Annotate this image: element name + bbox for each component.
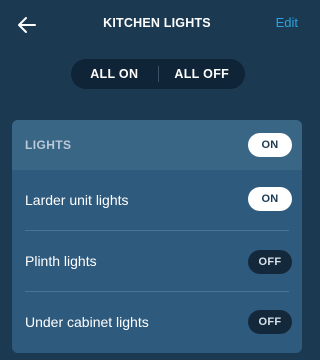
lights-group-label: LIGHTS xyxy=(25,138,72,152)
all-on-button[interactable]: ALL ON xyxy=(71,67,158,81)
list-item-plinth-lights: Plinth lights OFF xyxy=(12,231,302,292)
lights-group-toggle[interactable]: ON xyxy=(248,133,292,157)
list-item-under-cabinet-lights: Under cabinet lights OFF xyxy=(12,292,302,353)
edit-button[interactable]: Edit xyxy=(276,15,298,30)
all-off-button[interactable]: ALL OFF xyxy=(159,67,246,81)
light-label: Under cabinet lights xyxy=(25,314,149,330)
lights-panel: LIGHTS ON Larder unit lights ON Plinth l… xyxy=(12,120,302,353)
light-label: Plinth lights xyxy=(25,253,97,269)
lights-group-header: LIGHTS ON xyxy=(12,120,302,170)
all-on-off-control: ALL ON ALL OFF xyxy=(71,59,245,89)
under-cabinet-lights-toggle[interactable]: OFF xyxy=(248,310,292,334)
list-item-larder-unit-lights: Larder unit lights ON xyxy=(12,170,302,231)
top-bar: KITCHEN LIGHTS Edit xyxy=(0,0,314,50)
plinth-lights-toggle[interactable]: OFF xyxy=(248,250,292,274)
larder-unit-lights-toggle[interactable]: ON xyxy=(248,187,292,211)
page-title: KITCHEN LIGHTS xyxy=(103,16,211,30)
light-label: Larder unit lights xyxy=(25,192,129,208)
